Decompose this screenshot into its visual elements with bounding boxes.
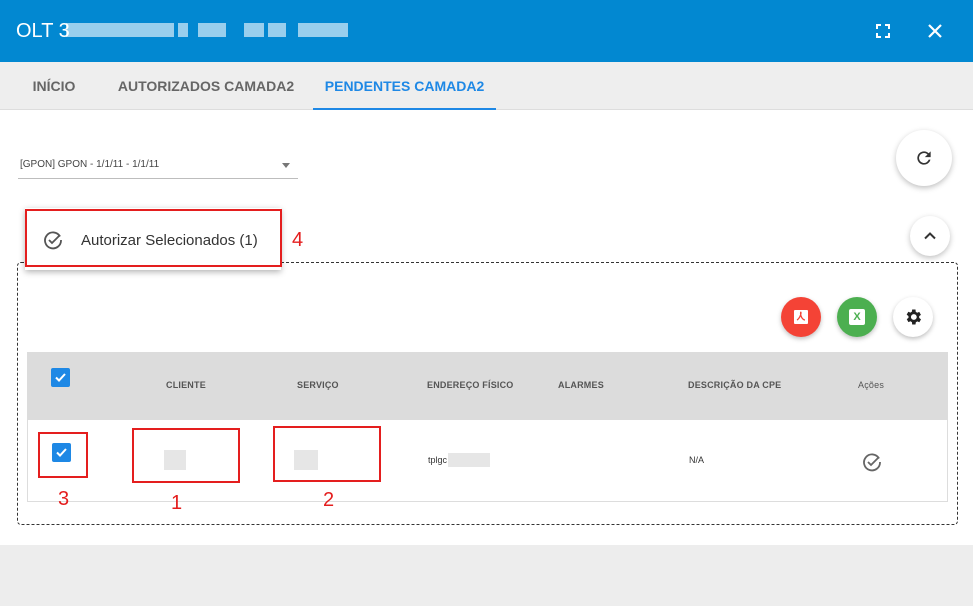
authorize-row-button[interactable] <box>862 452 882 477</box>
tab-pendentes-camada2[interactable]: PENDENTES CAMADA2 <box>313 62 496 110</box>
window-title: OLT 3 <box>16 20 70 42</box>
excel-icon: X <box>849 309 865 325</box>
fullscreen-icon[interactable] <box>866 14 900 48</box>
refresh-icon <box>917 151 931 165</box>
export-pdf-button[interactable] <box>781 297 821 337</box>
redacted-endereco <box>448 453 490 467</box>
annotation-box-1 <box>132 428 240 483</box>
check-icon <box>55 373 66 382</box>
col-descricao-cpe[interactable]: DESCRIÇÃO DA CPE <box>688 380 781 390</box>
cell-descricao-cpe: N/A <box>689 455 705 465</box>
window-titlebar: OLT 3 <box>0 0 973 62</box>
tab-autorizados-camada2[interactable]: AUTORIZADOS CAMADA2 <box>108 62 304 110</box>
export-excel-button[interactable]: X <box>837 297 877 337</box>
col-acoes: Ações <box>858 380 885 390</box>
gpon-select-value: [GPON] GPON - 1/1/11 - 1/1/11 <box>20 159 160 170</box>
gpon-select[interactable]: [GPON] GPON - 1/1/11 - 1/1/11 <box>18 154 298 179</box>
col-alarmes[interactable]: ALARMES <box>558 380 604 390</box>
annotation-label-3: 3 <box>58 488 70 510</box>
close-icon[interactable] <box>918 14 952 48</box>
annotation-label-1: 1 <box>171 492 183 514</box>
check-circle-icon <box>863 453 881 472</box>
chevron-down-icon <box>282 163 290 168</box>
main-panel: [GPON] GPON - 1/1/11 - 1/1/11 X CLIENTE … <box>0 110 973 545</box>
col-servico[interactable]: SERVIÇO <box>297 380 339 390</box>
col-endereco-fisico[interactable]: ENDEREÇO FÍSICO <box>427 380 514 390</box>
col-cliente[interactable]: CLIENTE <box>166 380 206 390</box>
chevron-up-icon <box>924 232 936 240</box>
table-header: CLIENTE SERVIÇO ENDEREÇO FÍSICO ALARMES … <box>27 352 948 420</box>
cell-endereco-fisico: tplgc <box>428 455 448 465</box>
tab-inicio[interactable]: INÍCIO <box>16 62 92 110</box>
annotation-box-4 <box>25 209 282 267</box>
refresh-button[interactable] <box>896 130 952 186</box>
select-all-checkbox[interactable] <box>51 368 70 387</box>
gear-icon <box>906 309 921 325</box>
pdf-icon <box>794 310 808 324</box>
redacted-title <box>66 20 352 40</box>
annotation-label-2: 2 <box>323 489 335 511</box>
annotation-label-4: 4 <box>292 229 304 251</box>
annotation-box-2 <box>273 426 381 482</box>
tab-bar: INÍCIO AUTORIZADOS CAMADA2 PENDENTES CAM… <box>0 62 973 110</box>
collapse-button[interactable] <box>910 216 950 256</box>
settings-button[interactable] <box>893 297 933 337</box>
annotation-box-3 <box>38 432 88 478</box>
